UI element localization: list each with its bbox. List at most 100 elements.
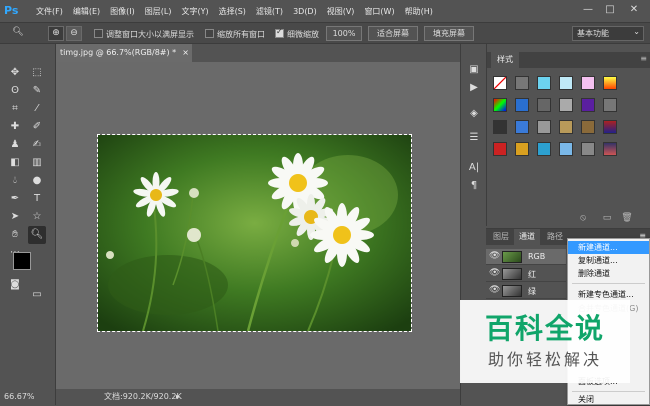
status-menu-arrow-icon[interactable]: ▸ [176,389,180,405]
channel-row-rgb[interactable]: 👁︎ RGB [486,249,566,265]
style-swatch[interactable] [493,142,507,156]
move-tool-icon[interactable]: ✥ [6,64,24,82]
style-swatch[interactable] [493,76,507,90]
close-window-button[interactable]: ✕ [624,2,644,18]
style-swatch[interactable] [581,120,595,134]
style-swatch[interactable] [515,120,529,134]
brush-tool-icon[interactable]: ✐ [28,118,46,136]
new-style-icon[interactable]: ▭ [601,212,613,224]
eye-icon[interactable]: 👁︎ [489,285,500,295]
foreground-color-swatch[interactable] [13,252,31,270]
style-swatch[interactable] [537,120,551,134]
document-image[interactable] [97,134,412,332]
delete-style-icon[interactable]: 🗑︎ [621,212,633,224]
style-swatch[interactable] [581,98,595,112]
zoom-100-button[interactable]: 100% [326,26,362,41]
shape-tool-icon[interactable]: ☆ [28,208,46,226]
style-swatch[interactable] [559,98,573,112]
tab-paths[interactable]: 路径 [542,229,568,245]
crop-tool-icon[interactable]: ⌗ [6,100,24,118]
style-swatch[interactable] [603,98,617,112]
zoom-all-checkbox[interactable] [205,29,214,38]
panel-menu-icon[interactable]: ≡ [640,54,647,63]
properties-panel-icon[interactable]: ☰ [465,130,483,146]
restore-button[interactable]: □ [600,2,620,18]
style-swatch[interactable] [603,120,617,134]
style-swatch[interactable] [537,76,551,90]
resize-windows-checkbox[interactable] [94,29,103,38]
history-brush-tool-icon[interactable]: ✍ [28,136,46,154]
menu-filter[interactable]: 滤镜(T) [256,6,283,17]
menu-help[interactable]: 帮助(H) [405,6,433,17]
fit-screen-button[interactable]: 适合屏幕 [368,26,418,41]
healing-brush-tool-icon[interactable]: ✚ [6,118,24,136]
quick-select-tool-icon[interactable]: ✎ [28,82,46,100]
menu-duplicate-channel[interactable]: 复制通道... [568,254,649,267]
style-swatch[interactable] [603,142,617,156]
tab-layers[interactable]: 图层 [488,229,514,245]
scrubby-zoom-checkbox[interactable] [275,27,284,38]
document-tab[interactable]: timg.jpg @ 66.7%(RGB/8#) * × [56,44,192,62]
close-document-icon[interactable]: × [182,44,189,62]
dodge-tool-icon[interactable]: ● [28,172,46,190]
character-panel-icon[interactable]: A| [465,160,483,176]
eye-icon[interactable]: 👁︎ [489,251,500,261]
zoom-out-icon[interactable]: ⊖ [66,26,82,41]
tab-styles[interactable]: 样式 [491,52,519,68]
style-swatch[interactable] [537,98,551,112]
menu-edit[interactable]: 编辑(E) [73,6,100,17]
style-swatch[interactable] [581,142,595,156]
channel-row-red[interactable]: 👁︎ 红 [486,266,566,282]
clone-stamp-tool-icon[interactable]: ♟ [6,136,24,154]
zoom-in-icon[interactable]: ⊕ [48,26,64,41]
layer-comps-icon[interactable]: ◈ [465,106,483,122]
style-swatch[interactable] [493,98,507,112]
menu-image[interactable]: 图像(I) [110,6,135,17]
style-swatch[interactable] [603,76,617,90]
menu-layer[interactable]: 图层(L) [145,6,172,17]
minimize-button[interactable]: — [578,2,598,18]
blur-tool-icon[interactable]: 💧︎ [6,172,24,190]
menu-new-channel[interactable]: 新建通道... [568,241,649,254]
menu-3d[interactable]: 3D(D) [293,7,317,16]
type-tool-icon[interactable]: T [28,190,46,208]
menu-file[interactable]: 文件(F) [36,6,63,17]
gradient-tool-icon[interactable]: ▥ [28,154,46,172]
menu-window[interactable]: 窗口(W) [364,6,394,17]
menu-select[interactable]: 选择(S) [219,6,246,17]
style-swatch[interactable] [537,142,551,156]
actions-panel-icon[interactable]: ▶ [465,80,483,96]
style-swatch[interactable] [581,76,595,90]
style-swatch[interactable] [515,98,529,112]
eraser-tool-icon[interactable]: ◧ [6,154,24,172]
style-swatch[interactable] [515,142,529,156]
zoom-tool-preset-icon[interactable]: 🔍︎ [10,26,26,41]
eyedropper-tool-icon[interactable]: ⁄ [28,100,46,118]
style-swatch[interactable] [559,76,573,90]
channel-row-green[interactable]: 👁︎ 绿 [486,283,566,299]
pen-tool-icon[interactable]: ✒ [6,190,24,208]
style-swatch[interactable] [559,120,573,134]
style-swatch[interactable] [559,142,573,156]
path-selection-tool-icon[interactable]: ➤ [6,208,24,226]
menu-close[interactable]: 关闭 [568,393,649,406]
zoom-level[interactable]: 66.67% [4,389,35,405]
zoom-tool-icon[interactable]: 🔍︎ [28,226,46,244]
screen-mode-icon[interactable]: ▭ [28,286,46,304]
style-swatch[interactable] [515,76,529,90]
fill-screen-button[interactable]: 填充屏幕 [424,26,474,41]
hand-tool-icon[interactable]: ✋︎ [6,226,24,244]
marquee-tool-icon[interactable]: ⬚ [28,64,46,82]
history-panel-icon[interactable]: ▣ [465,62,483,78]
eye-icon[interactable]: 👁︎ [489,268,500,278]
menu-delete-channel[interactable]: 删除通道 [568,267,649,280]
tab-channels[interactable]: 通道 [514,229,540,245]
menu-view[interactable]: 视图(V) [327,6,355,17]
workspace-select[interactable]: 基本功能 [572,25,644,41]
style-swatch[interactable] [493,120,507,134]
clear-style-icon[interactable]: ⦸ [577,212,589,224]
menu-type[interactable]: 文字(Y) [181,6,208,17]
lasso-tool-icon[interactable]: ʘ [6,82,24,100]
paragraph-panel-icon[interactable]: ¶ [465,178,483,194]
quick-mask-icon[interactable]: ◙ [6,276,24,294]
